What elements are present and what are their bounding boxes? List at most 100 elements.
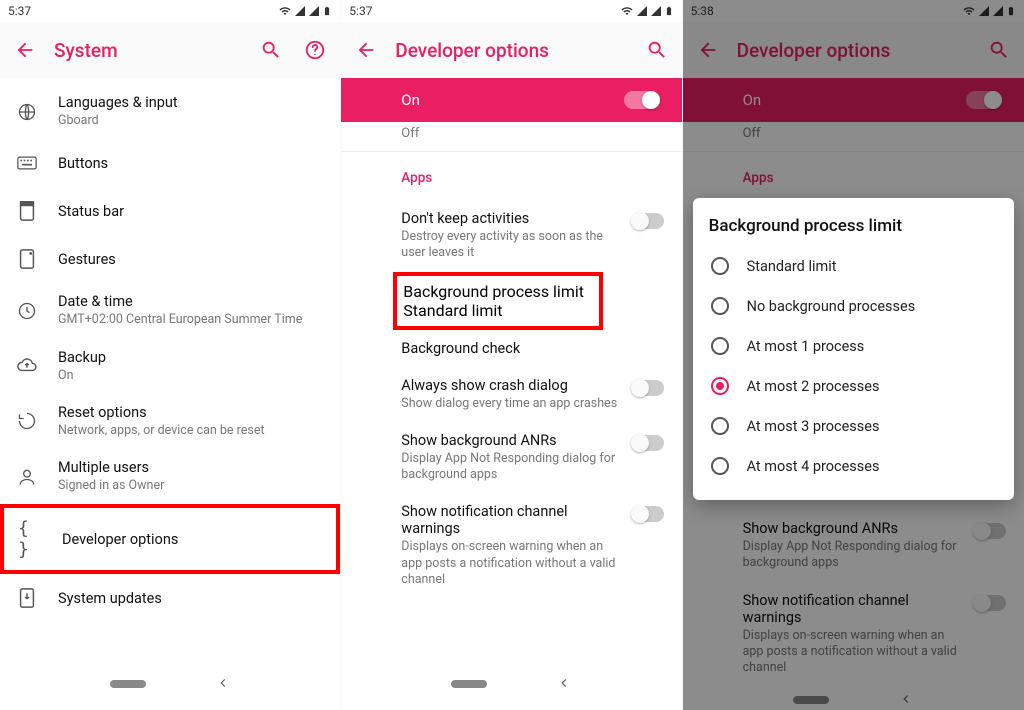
battery-icon	[322, 4, 332, 18]
radio-icon	[711, 297, 729, 315]
dialog-title: Background process limit	[709, 216, 998, 236]
item-label: Languages & input	[58, 94, 326, 111]
dialog-option[interactable]: At most 4 processes	[709, 446, 998, 486]
toggle[interactable]	[632, 506, 664, 522]
arrow-back-icon	[14, 39, 36, 61]
globe-icon	[14, 102, 40, 122]
option-label: At most 3 processes	[747, 418, 880, 435]
settings-item-date-time[interactable]: Date & timeGMT+02:00 Central European Su…	[0, 283, 340, 338]
dialog-options: Standard limitNo background processesAt …	[709, 246, 998, 486]
settings-item-system-updates[interactable]: System updates	[0, 574, 340, 622]
nav-back[interactable]	[557, 674, 571, 695]
settings-item-reset-options[interactable]: Reset options Network, apps, or device ca…	[0, 394, 340, 449]
back-button[interactable]	[10, 35, 40, 65]
bg-process-limit-dialog: Background process limit Standard limitN…	[693, 198, 1014, 500]
screen-dev-options: 5:37 Developer options On ▬▬▬▬▬▬▬▬ Off A…	[341, 0, 682, 710]
help-icon	[304, 39, 326, 61]
settings-item-developer-options[interactable]: { } Developer options	[0, 504, 340, 574]
option-label: At most 4 processes	[747, 458, 880, 475]
item-label: System updates	[58, 590, 326, 607]
page-title: System	[54, 39, 242, 62]
screen-dialog: 5:38 Developer options On ▬▬▬▬▬▬▬▬ Of	[683, 0, 1024, 710]
settings-item-gestures[interactable]: Gestures	[0, 235, 340, 283]
status-icons	[620, 4, 674, 18]
search-button[interactable]	[256, 35, 286, 65]
item-sub: Displays on-screen warning when an app p…	[401, 539, 621, 588]
dev-item[interactable]: Don't keep activities Destroy every activ…	[341, 200, 681, 272]
partial-sub: Off	[401, 126, 659, 141]
radio-icon	[711, 257, 729, 275]
dev-item[interactable]: Always show crash dialogShow dialog ever…	[341, 367, 681, 422]
item-sub: GMT+02:00 Central European Summer Time	[58, 312, 326, 328]
item-label: Buttons	[58, 155, 326, 172]
item-label: Status bar	[58, 203, 326, 220]
item-sub: Gboard	[58, 113, 326, 129]
toggle[interactable]	[632, 213, 664, 229]
radio-icon	[711, 337, 729, 355]
brace-icon: { }	[18, 518, 44, 560]
home-pill[interactable]	[451, 680, 487, 688]
dev-item[interactable]: Show notification channel warningsDispla…	[341, 493, 681, 598]
clock-time: 5:37	[349, 4, 372, 18]
dialog-option[interactable]: At most 1 process	[709, 326, 998, 366]
item-label: Gestures	[58, 251, 326, 268]
item-label: Show notification channel warnings	[401, 503, 621, 537]
dialog-option[interactable]: No background processes	[709, 286, 998, 326]
screen-system: 5:37 System Languages & input Gboard Butto…	[0, 0, 341, 710]
item-label: Multiple users	[58, 459, 326, 476]
dev-item[interactable]: Background check	[341, 330, 681, 367]
item-label: Developer options	[62, 531, 322, 548]
item-label: Backup	[58, 349, 326, 366]
toggle[interactable]	[632, 435, 664, 451]
settings-item-languages-input[interactable]: Languages & input Gboard	[0, 84, 340, 139]
search-icon	[646, 39, 668, 61]
signal-icon	[636, 5, 648, 17]
help-button[interactable]	[300, 35, 330, 65]
dialog-option[interactable]: At most 2 processes	[709, 366, 998, 406]
item-label: Always show crash dialog	[401, 377, 621, 394]
update-icon	[14, 587, 40, 609]
dev-item[interactable]: Background process limitStandard limit	[393, 272, 603, 330]
nav-back[interactable]	[216, 674, 230, 695]
back-button[interactable]	[351, 35, 381, 65]
dialog-option[interactable]: Standard limit	[709, 246, 998, 286]
status-bar: 5:37	[341, 0, 681, 22]
user-icon	[14, 467, 40, 487]
search-icon	[260, 39, 282, 61]
item-label: Don't keep activities	[401, 210, 621, 227]
toggle[interactable]	[632, 380, 664, 396]
item-sub: Display App Not Responding dialog for ba…	[401, 451, 621, 484]
master-switch-bar[interactable]: On	[341, 78, 681, 122]
option-label: At most 2 processes	[747, 378, 880, 395]
signal-icon	[650, 5, 662, 17]
status-icons	[278, 4, 332, 18]
settings-item-multiple-users[interactable]: Multiple usersSigned in as Owner	[0, 449, 340, 504]
cloud-icon	[14, 358, 40, 374]
dev-item[interactable]: Show background ANRsDisplay App Not Resp…	[341, 422, 681, 494]
signal-icon	[294, 5, 306, 17]
keyboard-icon	[14, 156, 40, 170]
statusbar-icon	[14, 200, 40, 222]
dialog-option[interactable]: At most 3 processes	[709, 406, 998, 446]
signal-icon	[308, 5, 320, 17]
gestures-icon	[14, 248, 40, 270]
wifi-icon	[278, 5, 292, 17]
radio-icon	[711, 417, 729, 435]
item-label: Background process limit	[403, 282, 593, 301]
partial-row: ▬▬▬▬▬▬▬▬ Off	[341, 122, 681, 152]
item-sub: Destroy every activity as soon as the us…	[401, 229, 621, 262]
settings-item-status-bar[interactable]: Status bar	[0, 187, 340, 235]
item-sub: Network, apps, or device can be reset	[58, 423, 326, 439]
master-switch[interactable]	[624, 91, 660, 109]
dev-options-list: Don't keep activities Destroy every activ…	[341, 194, 681, 598]
item-label: Reset options	[58, 404, 326, 421]
settings-item-buttons[interactable]: Buttons	[0, 139, 340, 187]
home-pill[interactable]	[110, 680, 146, 688]
search-button[interactable]	[642, 35, 672, 65]
nav-bar	[0, 664, 340, 704]
chevron-left-icon	[216, 676, 230, 690]
settings-item-backup[interactable]: Backup On	[0, 339, 340, 394]
item-sub: On	[58, 368, 326, 384]
clock-time: 5:37	[8, 4, 31, 18]
radio-icon	[711, 377, 729, 395]
